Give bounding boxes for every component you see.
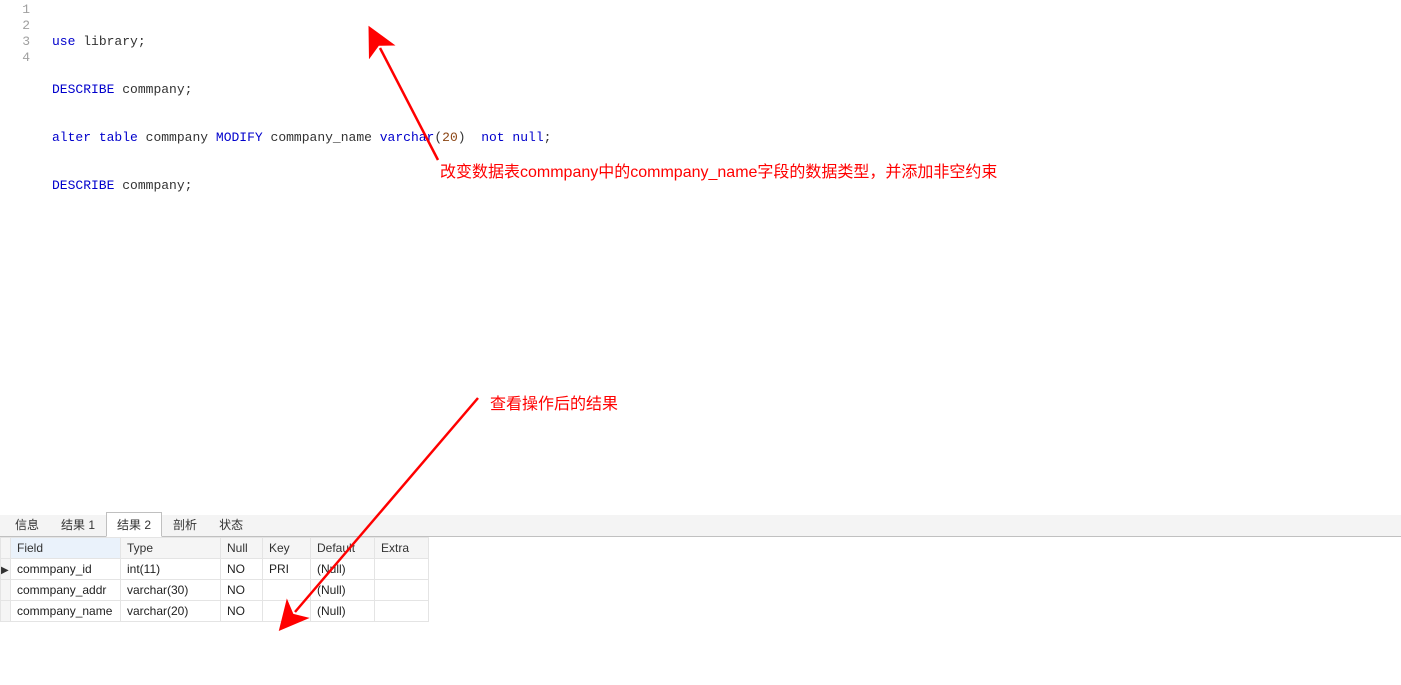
cell-type[interactable]: varchar(20) (121, 601, 221, 622)
row-marker: ▶ (1, 559, 11, 580)
cell-null[interactable]: NO (221, 601, 263, 622)
cell-key[interactable] (263, 580, 311, 601)
sql-editor[interactable]: 1 2 3 4 use library; DESCRIBE commpany; … (0, 0, 1401, 515)
tab-status[interactable]: 状态 (208, 512, 254, 536)
tab-result-1[interactable]: 结果 1 (50, 512, 106, 536)
cell-extra[interactable] (375, 601, 429, 622)
result-tabs: 信息 结果 1 结果 2 剖析 状态 (0, 515, 1401, 537)
table-row[interactable]: ▶ commpany_id int(11) NO PRI (Null) (1, 559, 429, 580)
cell-field[interactable]: commpany_addr (11, 580, 121, 601)
cell-null[interactable]: NO (221, 580, 263, 601)
col-header-type[interactable]: Type (121, 538, 221, 559)
table-header-row: Field Type Null Key Default Extra (1, 538, 429, 559)
cell-type[interactable]: int(11) (121, 559, 221, 580)
cell-extra[interactable] (375, 580, 429, 601)
cell-key[interactable] (263, 601, 311, 622)
cell-default[interactable]: (Null) (311, 601, 375, 622)
cell-field[interactable]: commpany_id (11, 559, 121, 580)
table-row[interactable]: commpany_name varchar(20) NO (Null) (1, 601, 429, 622)
code-content[interactable]: use library; DESCRIBE commpany; alter ta… (52, 2, 551, 226)
col-header-default[interactable]: Default (311, 538, 375, 559)
line-gutter: 1 2 3 4 (0, 2, 40, 66)
code-line-3[interactable]: alter table commpany MODIFY commpany_nam… (52, 130, 551, 146)
cell-extra[interactable] (375, 559, 429, 580)
row-marker (1, 601, 11, 622)
cell-null[interactable]: NO (221, 559, 263, 580)
col-header-null[interactable]: Null (221, 538, 263, 559)
row-handle-header (1, 538, 11, 559)
annotation-text-2: 查看操作后的结果 (490, 390, 618, 414)
code-line-2[interactable]: DESCRIBE commpany; (52, 82, 551, 98)
cell-type[interactable]: varchar(30) (121, 580, 221, 601)
cell-default[interactable]: (Null) (311, 559, 375, 580)
cell-field[interactable]: commpany_name (11, 601, 121, 622)
tab-profile[interactable]: 剖析 (162, 512, 208, 536)
cell-default[interactable]: (Null) (311, 580, 375, 601)
row-marker (1, 580, 11, 601)
tab-result-2[interactable]: 结果 2 (106, 512, 162, 537)
col-header-key[interactable]: Key (263, 538, 311, 559)
cell-key[interactable]: PRI (263, 559, 311, 580)
table-row[interactable]: commpany_addr varchar(30) NO (Null) (1, 580, 429, 601)
col-header-field[interactable]: Field (11, 538, 121, 559)
result-grid[interactable]: Field Type Null Key Default Extra ▶ comm… (0, 537, 429, 622)
annotation-text-1: 改变数据表commpany中的commpany_name字段的数据类型，并添加非… (440, 158, 997, 182)
tab-info[interactable]: 信息 (4, 512, 50, 536)
code-line-1[interactable]: use library; (52, 34, 551, 50)
col-header-extra[interactable]: Extra (375, 538, 429, 559)
